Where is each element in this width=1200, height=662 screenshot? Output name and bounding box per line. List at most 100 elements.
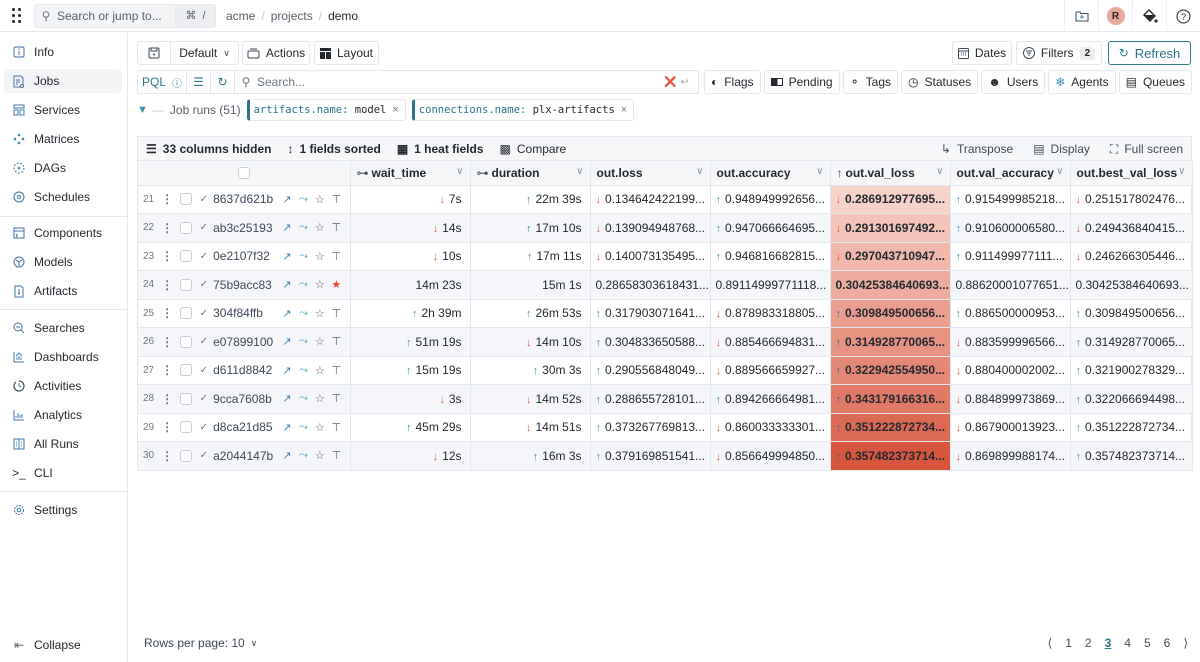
run-id-link[interactable]: 0e2107f32 xyxy=(213,249,279,263)
column-header-duration[interactable]: ⊶ duration ∨ xyxy=(470,161,591,186)
fullscreen-button[interactable]: ⛶ Full screen xyxy=(1110,142,1183,157)
star-icon[interactable]: ☆ xyxy=(312,250,328,263)
chevron-down-icon[interactable]: ∨ xyxy=(696,166,703,177)
breadcrumb-org[interactable]: acme xyxy=(226,9,255,23)
help-button[interactable]: ? xyxy=(1166,0,1200,32)
pql-search-input[interactable]: ⚲ Search... ❌ ↩ xyxy=(234,70,699,94)
table-row[interactable]: 23 ⋮ ✓ 0e2107f32 ↗ ⤳ ☆ ⊤ ↓ 10s ↑ 17m 11s ↓ 0.14007313… xyxy=(138,242,1193,271)
row-checkbox[interactable] xyxy=(179,364,192,377)
table-row[interactable]: 29 ⋮ ✓ d8ca21d85 ↗ ⤳ ☆ ⊤ ↑ 45m 29s ↓ 14m 51s ↑ 0.3732… xyxy=(138,413,1193,442)
heat-fields-button[interactable]: ▦ 1 heat fields xyxy=(397,142,484,156)
compare-run-icon[interactable]: ⤳ xyxy=(295,392,311,405)
pql-toggle[interactable]: PQL ⓘ xyxy=(137,70,187,94)
row-menu-icon[interactable]: ⋮ xyxy=(160,420,174,434)
pin-icon[interactable]: ⊤ xyxy=(328,449,344,462)
save-preset-button[interactable] xyxy=(137,41,171,65)
filter-chip[interactable]: connections.name: plx-artifacts × xyxy=(411,99,635,121)
open-external-icon[interactable]: ↗ xyxy=(279,449,295,462)
table-row[interactable]: 21 ⋮ ✓ 8637d621b ↗ ⤳ ☆ ⊤ ↓ 7s ↑ 22m 39s ↓ 0.134642422… xyxy=(138,185,1193,214)
theme-button[interactable] xyxy=(1132,0,1166,32)
row-checkbox[interactable] xyxy=(179,449,192,462)
filter-chip[interactable]: artifacts.name: model × xyxy=(246,99,406,121)
row-menu-icon[interactable]: ⋮ xyxy=(160,306,174,320)
run-id-link[interactable]: 9cca7608b xyxy=(213,392,279,406)
run-id-link[interactable]: 75b9acc83 xyxy=(213,278,279,292)
new-folder-button[interactable] xyxy=(1064,0,1098,32)
sidebar-item-cli[interactable]: >_ CLI xyxy=(4,461,122,485)
actions-button[interactable]: Actions xyxy=(242,41,310,65)
column-header-out-val-accuracy[interactable]: out.val_accuracy ∨ xyxy=(950,161,1071,186)
row-menu-icon[interactable]: ⋮ xyxy=(160,221,174,235)
open-external-icon[interactable]: ↗ xyxy=(279,335,295,348)
tags-button[interactable]: ⚬ Tags xyxy=(842,70,899,94)
pin-icon[interactable]: ⊤ xyxy=(328,193,344,206)
next-page-button[interactable]: ⟩ xyxy=(1183,636,1188,650)
table-row[interactable]: 28 ⋮ ✓ 9cca7608b ↗ ⤳ ☆ ⊤ ↓ 3s ↓ 14m 52s ↑ 0.288655728… xyxy=(138,384,1193,414)
filters-button[interactable]: Filters 2 xyxy=(1016,41,1102,65)
table-row[interactable]: 30 ⋮ ✓ a2044147b ↗ ⤳ ☆ ⊤ ↓ 12s ↑ 16m 3s ↑ 0.379169851… xyxy=(138,441,1193,471)
users-button[interactable]: ☻ Users xyxy=(981,70,1046,94)
table-row[interactable]: 24 ⋮ ✓ 75b9acc83 ↗ ⤳ ☆ ★ 14m 23s 15m 1s 0.28658303… xyxy=(138,270,1193,300)
queues-button[interactable]: ▤ Queues xyxy=(1118,70,1192,94)
sorted-fields-button[interactable]: ↕ 1 fields sorted xyxy=(287,142,380,156)
row-checkbox[interactable] xyxy=(179,392,192,405)
table-row[interactable]: 25 ⋮ ✓ 304f84ffb ↗ ⤳ ☆ ⊤ ↑ 2h 39m ↑ 26m 53s ↑ 0.31790… xyxy=(138,299,1193,328)
page-button[interactable]: 4 xyxy=(1124,636,1131,650)
breadcrumb-project[interactable]: demo xyxy=(328,9,358,23)
open-external-icon[interactable]: ↗ xyxy=(279,278,295,291)
compare-run-icon[interactable]: ⤳ xyxy=(295,307,311,320)
agents-button[interactable]: ❄ Agents xyxy=(1048,70,1116,94)
page-button-current[interactable]: 3 xyxy=(1105,636,1112,650)
sidebar-item-matrices[interactable]: Matrices xyxy=(4,127,122,151)
column-header-out-val-loss[interactable]: ↑ out.val_loss ∨ xyxy=(830,161,951,186)
sidebar-item-components[interactable]: Components xyxy=(4,221,122,245)
run-id-link[interactable]: ab3c25193 xyxy=(213,221,279,235)
pin-icon[interactable]: ⊤ xyxy=(328,307,344,320)
compare-run-icon[interactable]: ⤳ xyxy=(295,221,311,234)
chevron-down-icon[interactable]: ∨ xyxy=(1178,166,1185,177)
user-menu[interactable]: R xyxy=(1098,0,1132,32)
run-id-link[interactable]: d611d8842 xyxy=(213,363,279,377)
table-row[interactable]: 27 ⋮ ✓ d611d8842 ↗ ⤳ ☆ ⊤ ↑ 15m 19s ↑ 30m 3s ↑ 0.29055… xyxy=(138,356,1193,385)
sidebar-item-analytics[interactable]: Analytics xyxy=(4,403,122,427)
open-external-icon[interactable]: ↗ xyxy=(279,392,295,405)
sidebar-item-info[interactable]: Info xyxy=(4,40,122,64)
table-row[interactable]: 26 ⋮ ✓ e07899100 ↗ ⤳ ☆ ⊤ ↑ 51m 19s ↓ 14m 10s ↑ 0.3048… xyxy=(138,327,1193,357)
run-id-link[interactable]: e07899100 xyxy=(213,335,279,349)
run-id-link[interactable]: d8ca21d85 xyxy=(213,420,279,434)
sidebar-item-all-runs[interactable]: All Runs xyxy=(4,432,122,456)
chevron-down-icon[interactable]: ∨ xyxy=(936,166,943,177)
table-row[interactable]: 22 ⋮ ✓ ab3c25193 ↗ ⤳ ☆ ⊤ ↓ 14s ↑ 17m 10s ↓ 0.13909494… xyxy=(138,213,1193,243)
row-checkbox[interactable] xyxy=(179,193,192,206)
pin-icon[interactable]: ⊤ xyxy=(328,250,344,263)
collapse-button[interactable]: ⇤ Collapse xyxy=(4,633,122,657)
compare-run-icon[interactable]: ⤳ xyxy=(295,449,311,462)
hidden-columns-button[interactable]: ☰ 33 columns hidden xyxy=(146,142,271,156)
preset-select[interactable]: Default ∨ xyxy=(170,41,239,65)
row-checkbox[interactable] xyxy=(179,421,192,434)
page-button[interactable]: 6 xyxy=(1164,636,1171,650)
star-icon[interactable]: ☆ xyxy=(312,449,328,462)
pin-icon[interactable]: ⊤ xyxy=(328,392,344,405)
run-id-link[interactable]: a2044147b xyxy=(213,449,279,463)
compare-run-icon[interactable]: ⤳ xyxy=(295,250,311,263)
sidebar-item-searches[interactable]: Searches xyxy=(4,316,122,340)
page-button[interactable]: 2 xyxy=(1085,636,1092,650)
run-id-link[interactable]: 8637d621b xyxy=(213,192,279,206)
compare-run-icon[interactable]: ⤳ xyxy=(295,421,311,434)
chevron-down-icon[interactable]: ∨ xyxy=(816,166,823,177)
row-menu-icon[interactable]: ⋮ xyxy=(160,363,174,377)
row-checkbox[interactable] xyxy=(179,221,192,234)
page-button[interactable]: 1 xyxy=(1065,636,1072,650)
row-checkbox[interactable] xyxy=(179,335,192,348)
row-menu-icon[interactable]: ⋮ xyxy=(160,335,174,349)
star-icon[interactable]: ☆ xyxy=(312,364,328,377)
compare-run-icon[interactable]: ⤳ xyxy=(295,278,311,291)
row-menu-icon[interactable]: ⋮ xyxy=(160,192,174,206)
star-icon[interactable]: ☆ xyxy=(312,392,328,405)
transpose-button[interactable]: ↳ Transpose xyxy=(941,142,1013,156)
row-checkbox[interactable] xyxy=(179,250,192,263)
sidebar-item-models[interactable]: Models xyxy=(4,250,122,274)
dates-button[interactable]: Dates xyxy=(952,41,1012,65)
row-menu-icon[interactable]: ⋮ xyxy=(160,392,174,406)
